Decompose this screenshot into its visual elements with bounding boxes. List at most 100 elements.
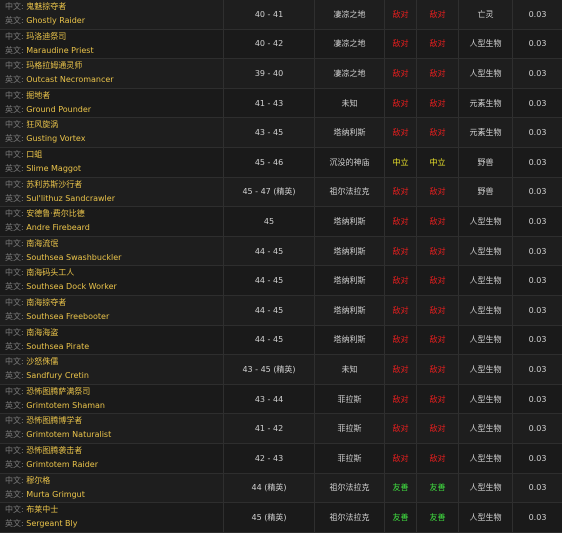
zone-cell: 未知 (314, 355, 384, 384)
horde-reaction-cell: 敌对 (416, 207, 458, 236)
zone-cell: 塔纳利斯 (314, 207, 384, 236)
horde-reaction-cell: 敌对 (416, 177, 458, 207)
zone-cell: 凄凉之地 (314, 29, 384, 59)
name-cell: 中文: 安德鲁·费尔比德 英文: Andre Firebeard (0, 207, 223, 236)
level-cell: 44 - 45 (223, 236, 314, 266)
npc-chinese-name-link[interactable]: 恐怖图腾萨满祭司 (26, 387, 90, 396)
drop-rate-cell: 0.03 (512, 207, 562, 236)
english-label: 英文: (5, 75, 24, 85)
english-name-line: 英文: Grimtotem Naturalist (5, 428, 111, 442)
name-cell: 中文: 恐怖图腾萨满祭司 英文: Grimtotem Shaman (0, 385, 223, 414)
level-cell: 43 - 44 (223, 384, 314, 414)
alliance-reaction-cell: 敌对 (384, 266, 416, 295)
alliance-reaction-cell: 敌对 (384, 325, 416, 355)
chinese-label: 中文: (5, 386, 24, 396)
npc-english-name-link[interactable]: Sandfury Cretin (26, 371, 89, 380)
horde-reaction-cell: 敌对 (416, 295, 458, 325)
drop-rate-cell: 0.03 (512, 414, 562, 443)
npc-english-name-link[interactable]: Grimtotem Raider (26, 460, 98, 469)
drop-rate-cell: 0.03 (512, 236, 562, 266)
horde-reaction-cell: 敌对 (416, 266, 458, 295)
english-label: 英文: (5, 223, 24, 233)
npc-chinese-name-link[interactable]: 南海掠夺者 (26, 298, 66, 307)
chinese-name-line: 中文: 南海码头工人 (5, 266, 74, 280)
alliance-reaction-cell: 敌对 (384, 88, 416, 118)
level-cell: 44 - 45 (223, 295, 314, 325)
name-cell: 中文: 恐怖图腾袭击者 英文: Grimtotem Raider (0, 444, 223, 473)
zone-cell: 菲拉斯 (314, 414, 384, 443)
npc-chinese-name-link[interactable]: 南海流氓 (26, 239, 58, 248)
npc-english-name-link[interactable]: Andre Firebeard (26, 223, 90, 232)
creature-type-cell: 人型生物 (458, 59, 512, 88)
npc-english-name-link[interactable]: Sergeant Bly (26, 519, 77, 528)
npc-english-name-link[interactable]: Grimtotem Shaman (26, 401, 105, 410)
npc-english-name-link[interactable]: Maraudine Priest (26, 46, 93, 55)
english-name-line: 英文: Southsea Freebooter (5, 310, 109, 324)
npc-chinese-name-link[interactable]: 沙怒侏儒 (26, 357, 58, 366)
npc-chinese-name-link[interactable]: 苏利苏斯沙行者 (26, 180, 82, 189)
npc-chinese-name-link[interactable]: 狂风旋涡 (26, 120, 58, 129)
english-label: 英文: (5, 16, 24, 25)
english-name-line: 英文: Southsea Dock Worker (5, 280, 117, 294)
level-cell: 43 - 45 (223, 118, 314, 147)
name-cell: 中文: 狂风旋涡 英文: Gusting Vortex (0, 118, 223, 147)
creature-type-cell: 人型生物 (458, 207, 512, 236)
creature-type-cell: 亡灵 (458, 0, 512, 29)
npc-chinese-name-link[interactable]: 恐怖图腾博学者 (26, 416, 82, 425)
npc-chinese-name-link[interactable]: 恐怖图腾袭击者 (26, 446, 82, 455)
english-label: 英文: (5, 341, 24, 351)
chinese-label: 中文: (5, 31, 24, 41)
npc-chinese-name-link[interactable]: 安德鲁·费尔比德 (26, 209, 85, 218)
alliance-reaction-cell: 敌对 (384, 443, 416, 473)
npc-english-name-link[interactable]: Southsea Swashbuckler (26, 253, 121, 262)
npc-chinese-name-link[interactable]: 南海海盗 (26, 328, 58, 337)
npc-english-name-link[interactable]: Southsea Dock Worker (26, 282, 117, 291)
chinese-name-line: 中文: 南海海盗 (5, 326, 58, 340)
alliance-reaction-cell: 友善 (384, 473, 416, 503)
level-cell: 41 - 43 (223, 88, 314, 118)
horde-reaction-cell: 中立 (416, 147, 458, 177)
drop-rate-cell: 0.03 (512, 147, 562, 177)
chinese-label: 中文: (5, 149, 24, 159)
table-row: 中文: 南海海盗 英文: Southsea Pirate 44 - 45 塔纳利… (0, 325, 562, 356)
alliance-reaction-cell: 敌对 (384, 118, 416, 147)
table-row: 中文: 安德鲁·费尔比德 英文: Andre Firebeard 45 塔纳利斯… (0, 207, 562, 237)
chinese-name-line: 中文: 南海掠夺者 (5, 296, 66, 310)
horde-reaction-cell: 敌对 (416, 355, 458, 384)
npc-chinese-name-link[interactable]: 口蛆 (26, 150, 42, 159)
zone-cell: 塔纳利斯 (314, 295, 384, 325)
level-cell: 44 (精英) (223, 473, 314, 503)
drop-rate-cell: 0.03 (512, 29, 562, 59)
level-cell: 40 - 41 (223, 0, 314, 29)
npc-chinese-name-link[interactable]: 掘地者 (26, 91, 50, 100)
chinese-name-line: 中文: 南海流氓 (5, 237, 58, 251)
npc-chinese-name-link[interactable]: 布莱中士 (26, 505, 58, 514)
npc-english-name-link[interactable]: Slime Maggot (26, 164, 81, 173)
npc-english-name-link[interactable]: Ground Pounder (26, 105, 91, 114)
alliance-reaction-cell: 敌对 (384, 59, 416, 88)
english-label: 英文: (5, 45, 24, 55)
drop-rate-cell: 0.03 (512, 0, 562, 29)
chinese-label: 中文: (5, 416, 24, 426)
english-label: 英文: (5, 104, 24, 114)
zone-cell: 凄凉之地 (314, 0, 384, 29)
english-name-line: 英文: Gusting Vortex (5, 132, 85, 146)
npc-chinese-name-link[interactable]: 玛格拉姆通灵师 (26, 61, 82, 70)
npc-chinese-name-link[interactable]: 南海码头工人 (26, 268, 74, 277)
npc-english-name-link[interactable]: Ghostly Raider (26, 16, 85, 25)
npc-english-name-link[interactable]: Southsea Pirate (26, 342, 89, 351)
npc-english-name-link[interactable]: Sul'lithuz Sandcrawler (26, 194, 115, 203)
npc-chinese-name-link[interactable]: 鬼魅掠夺者 (26, 2, 66, 11)
npc-english-name-link[interactable]: Outcast Necromancer (26, 75, 113, 84)
npc-chinese-name-link[interactable]: 穆尔格 (26, 476, 50, 485)
npc-chinese-name-link[interactable]: 玛洛迪祭司 (26, 32, 66, 41)
creature-type-cell: 人型生物 (458, 355, 512, 384)
alliance-reaction-cell: 敌对 (384, 355, 416, 384)
npc-english-name-link[interactable]: Murta Grimgut (26, 490, 85, 499)
zone-cell: 塔纳利斯 (314, 118, 384, 147)
npc-english-name-link[interactable]: Grimtotem Naturalist (26, 430, 111, 439)
npc-english-name-link[interactable]: Gusting Vortex (26, 134, 85, 143)
horde-reaction-cell: 敌对 (416, 236, 458, 266)
npc-english-name-link[interactable]: Southsea Freebooter (26, 312, 109, 321)
horde-reaction-cell: 敌对 (416, 414, 458, 443)
